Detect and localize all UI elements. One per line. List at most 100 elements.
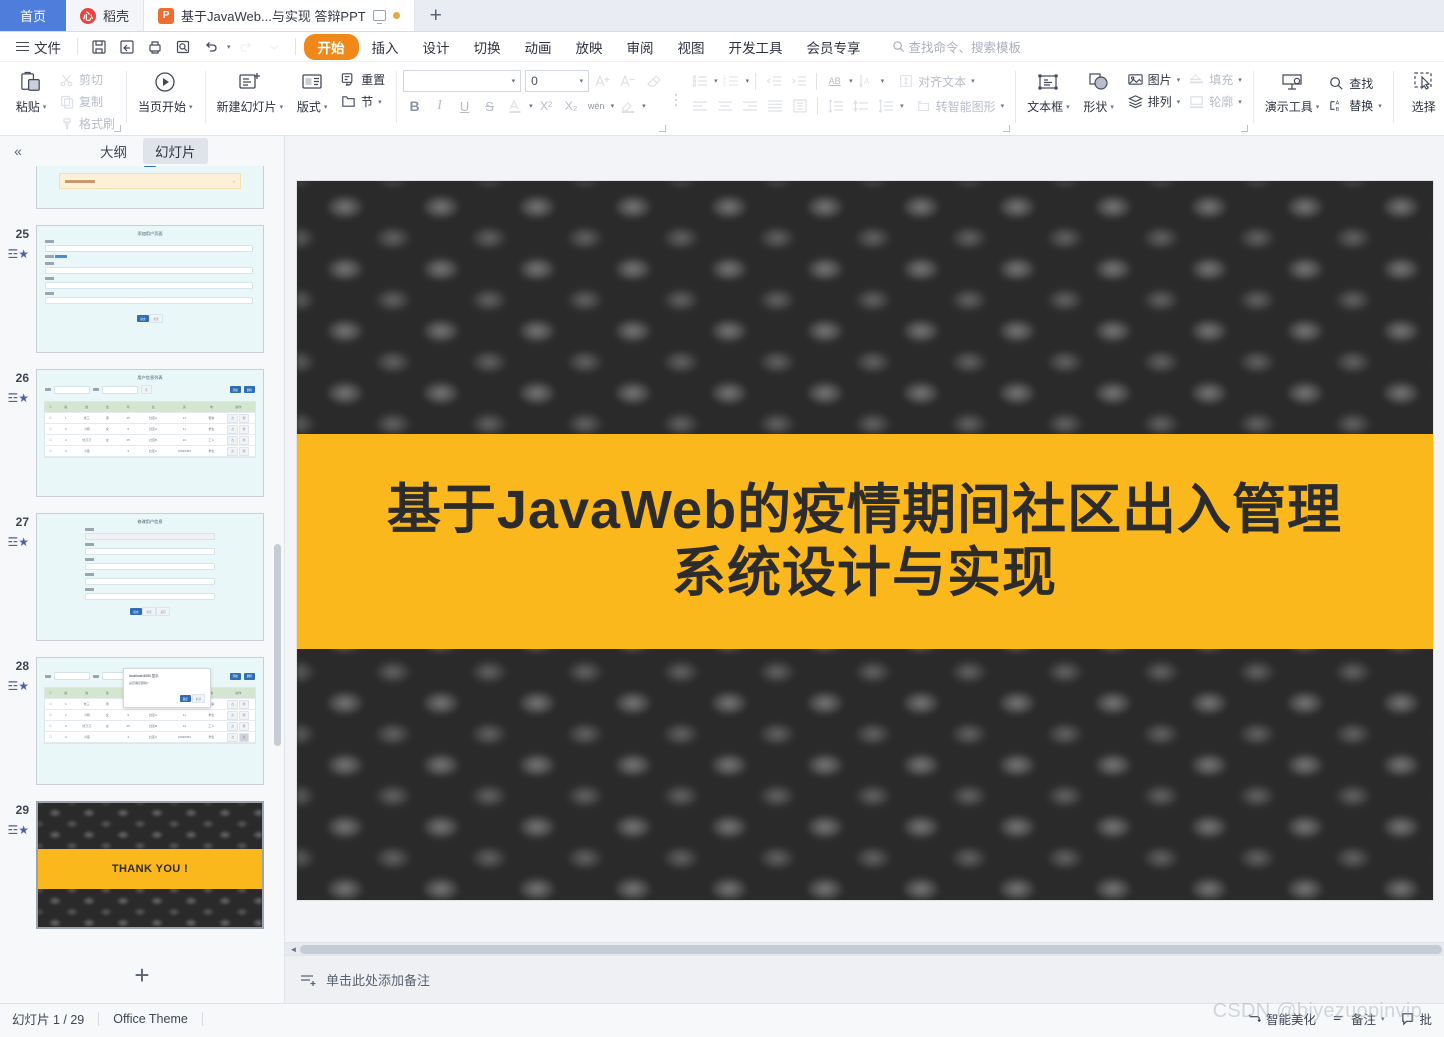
print-icon[interactable] [142,36,168,58]
numbering-caret-icon[interactable]: ▾ [746,77,750,85]
navigator-scrollbar[interactable] [274,172,281,947]
bold-button[interactable]: B [403,95,426,117]
font-color-button[interactable] [503,95,526,117]
textbox-button[interactable]: 文本框 ▾ [1022,65,1075,115]
thumbnail-list[interactable]: 确定 × 25 ☲★ 添 [0,166,284,947]
ribbon-overflow-handle[interactable] [671,65,681,135]
numbering-button[interactable]: 123 [720,70,743,92]
horizontal-scrollbar-thumb[interactable] [300,944,1442,954]
fill-button[interactable]: 填充 ▾ [1184,69,1246,90]
thumbnail-item[interactable]: 29 ☲★ THANK YOU ! [7,801,284,929]
bullets-caret-icon[interactable]: ▾ [714,77,718,85]
pinyin-guide-button[interactable]: wén [585,95,608,117]
clear-format-button[interactable] [641,70,664,92]
text-direction-button[interactable]: AB [823,70,846,92]
comments-button[interactable]: 批 [1400,1009,1432,1028]
layout-button[interactable]: 版式 ▾ [288,65,336,115]
thumbnail-item[interactable]: 25 ☲★ 添加用户页面 提交 重置 [7,225,284,353]
cut-button[interactable]: 剪切 [55,69,119,90]
thumbnail-item[interactable]: 确定 × [36,166,284,209]
paragraph-dialog-launcher[interactable] [1003,125,1011,132]
text-highlight-button[interactable] [616,95,639,117]
italic-button[interactable]: I [428,95,451,117]
pinyin-caret-icon[interactable]: ▾ [611,102,615,110]
align-right-button[interactable] [738,95,761,117]
notes-toggle-button[interactable]: 备注 ▾ [1332,1009,1384,1028]
notes-pane[interactable]: 单击此处添加备注 [285,955,1444,1003]
highlight-caret-icon[interactable]: ▾ [642,102,646,110]
slide-thumbnail[interactable]: THANK YOU ! [36,801,264,929]
find-button[interactable]: 查找 [1324,73,1386,94]
slide-thumbnail[interactable]: 添加用户页面 提交 重置 [36,225,264,353]
customize-quick-access-icon[interactable] [261,36,287,58]
decrease-indent-button[interactable] [762,70,785,92]
underline-button[interactable]: U [453,95,476,117]
character-spacing-button[interactable]: A [855,70,878,92]
present-monitor-icon[interactable] [372,10,386,24]
present-tools-button[interactable]: 演示工具 ▾ [1260,65,1325,115]
distribute-button[interactable] [788,95,811,117]
drawing-dialog-launcher[interactable] [1240,125,1248,132]
ribbon-tab-devtools[interactable]: 开发工具 [718,34,794,60]
text-direction-caret-icon[interactable]: ▾ [849,77,853,85]
paste-button[interactable]: 粘贴 ▾ [7,65,55,115]
convert-to-smartart-button[interactable]: 转智能图形 ▾ [912,96,1009,117]
ribbon-tab-start[interactable]: 开始 [303,33,359,60]
shrink-font-button[interactable] [616,70,639,92]
space-before-button[interactable] [849,95,872,117]
save-icon[interactable] [86,36,112,58]
tab-home[interactable]: 首页 [0,0,67,31]
thumbnail-item[interactable]: 28 ☲★ 添加 删除 ☐ 编 姓 性 电 操作 ☐ 1 张三 男 警察 改 删… [7,657,284,785]
shapes-button[interactable]: 形状 ▾ [1075,65,1123,115]
arrange-button[interactable]: 排列 ▾ [1123,91,1185,112]
new-tab-button[interactable]: + [414,0,457,31]
theme-name[interactable]: Office Theme [113,1012,188,1026]
ribbon-tab-view[interactable]: 视图 [667,34,716,60]
outline-button[interactable]: 轮廓 ▾ [1184,91,1246,112]
section-button[interactable]: 节 ▾ [336,91,389,112]
undo-caret-icon[interactable]: ▾ [227,43,231,51]
increase-indent-button[interactable] [787,70,810,92]
ribbon-tab-design[interactable]: 设计 [412,34,461,60]
tab-slides[interactable]: 幻灯片 [143,138,208,164]
slide-thumbnail[interactable]: 确定 × [36,166,264,209]
clipboard-dialog-launcher[interactable] [114,125,122,132]
copy-button[interactable]: 复制 [55,91,119,112]
select-button[interactable]: 选择 [1400,65,1444,115]
horizontal-scrollbar[interactable]: ◄ [285,942,1444,955]
slide-thumbnail[interactable]: 用户信息列表 查 添加 删除 ☐ 编 姓 性 年 住 身 电 操作 ☐ 1 张三… [36,369,264,497]
save-as-icon[interactable] [114,36,140,58]
ribbon-tab-member[interactable]: 会员专享 [796,34,872,60]
ribbon-tab-transition[interactable]: 切换 [463,34,512,60]
scroll-left-icon[interactable]: ◄ [287,945,300,954]
smart-beautify-button[interactable]: 智能美化 [1247,1009,1316,1028]
subscript-button[interactable]: X₂ [560,95,583,117]
slide-canvas-area[interactable]: 基于JavaWeb的疫情期间社区出入管理 系统设计与实现 [285,136,1444,942]
tab-presentation[interactable]: P 基于JavaWeb...与实现 答辩PPT [144,0,415,31]
ribbon-tab-insert[interactable]: 插入 [361,34,410,60]
thumbnail-item[interactable]: 26 ☲★ 用户信息列表 查 添加 删除 ☐ 编 姓 性 年 住 身 电 操作 … [7,369,284,497]
align-text-button[interactable]: 对齐文本 ▾ [894,71,979,92]
bullets-button[interactable] [688,70,711,92]
ribbon-tab-animation[interactable]: 动画 [514,34,563,60]
font-color-caret-icon[interactable]: ▾ [529,102,533,110]
undo-icon[interactable] [198,36,224,58]
strikethrough-button[interactable]: S [478,95,501,117]
font-family-select[interactable]: ▾ [403,70,522,92]
superscript-button[interactable]: X² [535,95,558,117]
picture-button[interactable]: 图片 ▾ [1123,69,1185,90]
current-slide[interactable]: 基于JavaWeb的疫情期间社区出入管理 系统设计与实现 [295,180,1434,901]
navigator-scrollbar-thumb[interactable] [274,544,281,746]
line-spacing-menu-button[interactable] [874,95,897,117]
font-dialog-launcher[interactable] [659,125,667,132]
char-spacing-caret-icon[interactable]: ▾ [881,77,885,85]
slide-thumbnail[interactable]: 修改用户信息 提交 重置 返回 [36,513,264,641]
collapse-panel-icon[interactable]: « [8,143,28,159]
line-spacing-button[interactable] [824,95,847,117]
thumbnail-item[interactable]: 27 ☲★ 修改用户信息 提交 重置 返回 [7,513,284,641]
redo-icon[interactable] [233,36,259,58]
slide-thumbnail[interactable]: 添加 删除 ☐编姓性年住身电操作 ☐1张三男25社区A11警察改 删 ☐2小明女… [36,657,264,785]
tab-docer[interactable]: 心 稻壳 [66,0,145,31]
ribbon-tab-review[interactable]: 审阅 [616,34,665,60]
line-spacing-caret-icon[interactable]: ▾ [900,102,904,110]
